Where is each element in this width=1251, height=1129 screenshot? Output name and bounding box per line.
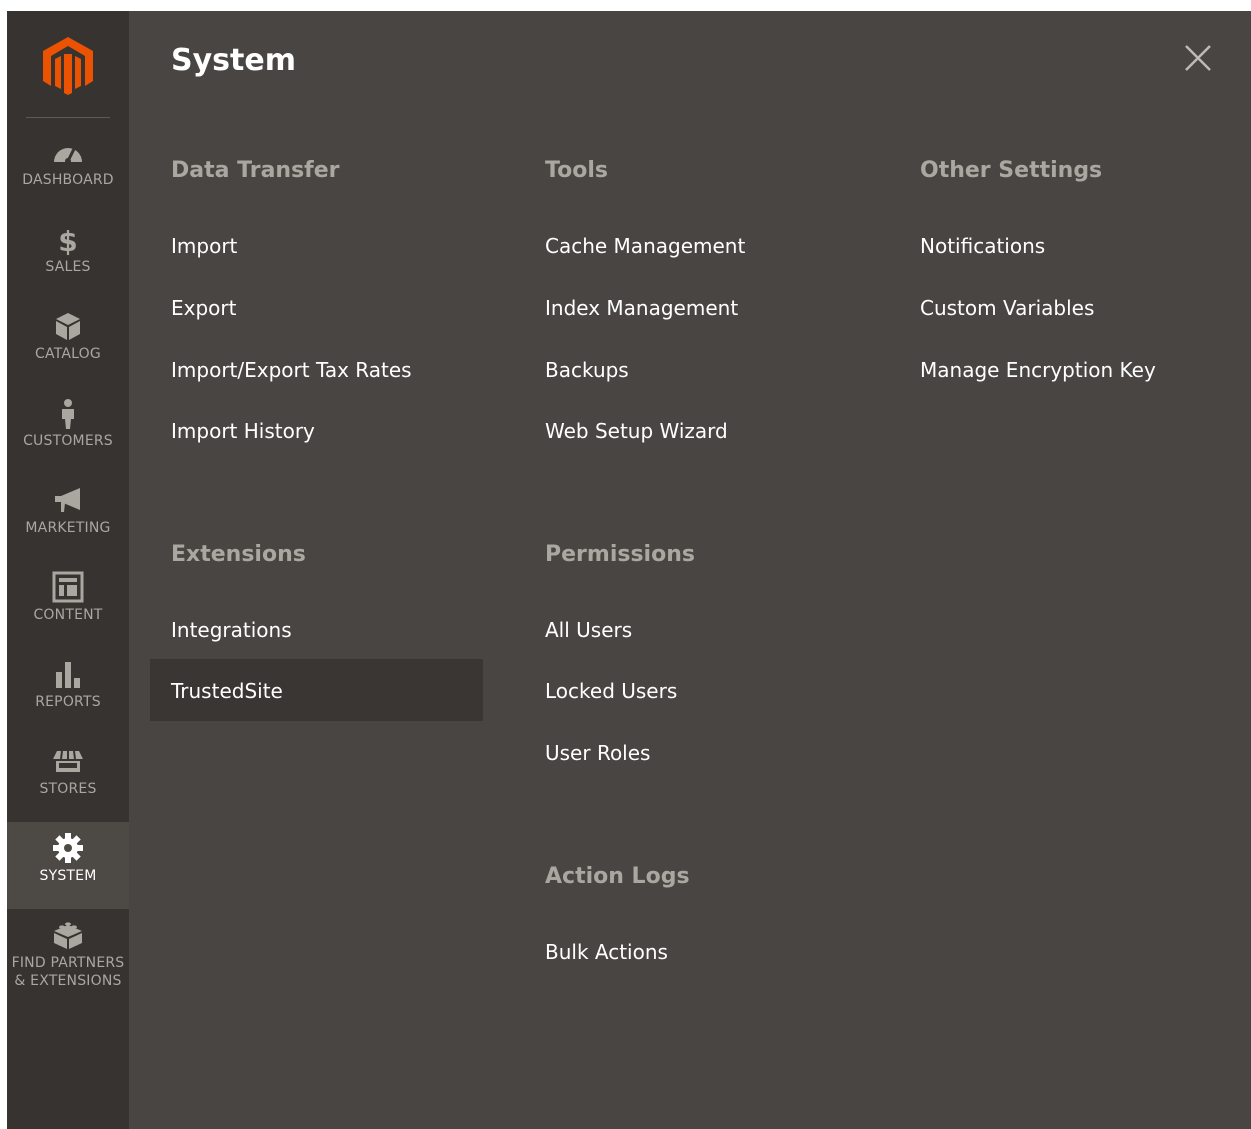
blocks-icon xyxy=(54,922,82,949)
link-import[interactable]: Import xyxy=(171,232,237,260)
nav-label: SALES xyxy=(45,259,91,275)
nav-label: CATALOG xyxy=(35,346,101,362)
box-icon xyxy=(56,313,80,340)
logo-divider xyxy=(26,117,110,118)
nav-system[interactable]: SYSTEM xyxy=(7,822,129,909)
section-title-other-settings: Other Settings xyxy=(920,158,1103,183)
link-cache-management[interactable]: Cache Management xyxy=(545,232,745,260)
admin-menu-frame: DASHBOARD $ SALES CATALOG CUSTOMERS MARK… xyxy=(7,11,1251,1129)
nav-label: DASHBOARD xyxy=(22,172,114,188)
storefront-icon xyxy=(53,750,83,772)
nav-label: STORES xyxy=(39,781,97,797)
dashboard-icon xyxy=(54,148,82,164)
menu-title: System xyxy=(171,43,296,78)
nav-label: REPORTS xyxy=(35,694,101,710)
nav-sales[interactable]: $ SALES xyxy=(7,213,129,300)
link-notifications[interactable]: Notifications xyxy=(920,232,1045,260)
nav-label: CUSTOMERS xyxy=(23,433,113,449)
nav-customers[interactable]: CUSTOMERS xyxy=(7,387,129,474)
nav-label: CONTENT xyxy=(33,607,103,623)
link-import-export-tax-rates[interactable]: Import/Export Tax Rates xyxy=(171,356,412,384)
nav-label: SYSTEM xyxy=(39,868,97,884)
nav-content[interactable]: CONTENT xyxy=(7,561,129,648)
link-export[interactable]: Export xyxy=(171,294,236,322)
nav-label: & EXTENSIONS xyxy=(14,973,122,989)
link-backups[interactable]: Backups xyxy=(545,356,629,384)
nav-reports[interactable]: REPORTS xyxy=(7,648,129,735)
link-user-roles[interactable]: User Roles xyxy=(545,739,650,767)
nav-stores[interactable]: STORES xyxy=(7,735,129,822)
nav-label: FIND PARTNERS xyxy=(11,955,125,971)
bar-chart-icon xyxy=(56,662,80,688)
nav-label: MARKETING xyxy=(25,520,111,536)
link-bulk-actions[interactable]: Bulk Actions xyxy=(545,938,668,966)
magento-logo-icon[interactable] xyxy=(41,35,95,95)
link-all-users[interactable]: All Users xyxy=(545,616,632,644)
svg-text:$: $ xyxy=(58,225,77,255)
close-icon[interactable] xyxy=(1183,43,1213,73)
nav-dashboard[interactable]: DASHBOARD xyxy=(7,126,129,213)
nav-catalog[interactable]: CATALOG xyxy=(7,300,129,387)
sidebar: DASHBOARD $ SALES CATALOG CUSTOMERS MARK… xyxy=(7,11,129,1129)
gear-icon xyxy=(53,833,83,863)
link-index-management[interactable]: Index Management xyxy=(545,294,738,322)
link-import-history[interactable]: Import History xyxy=(171,417,315,445)
layout-icon xyxy=(52,571,84,603)
section-title-data-transfer: Data Transfer xyxy=(171,158,340,183)
section-title-tools: Tools xyxy=(545,158,608,183)
nav-find-partners[interactable]: FIND PARTNERS & EXTENSIONS xyxy=(7,909,129,1019)
link-locked-users[interactable]: Locked Users xyxy=(545,677,677,705)
link-web-setup-wizard[interactable]: Web Setup Wizard xyxy=(545,417,728,445)
link-trustedsite[interactable]: TrustedSite xyxy=(171,677,283,705)
megaphone-icon xyxy=(55,488,80,512)
section-title-extensions: Extensions xyxy=(171,542,306,567)
nav-marketing[interactable]: MARKETING xyxy=(7,474,129,561)
section-title-permissions: Permissions xyxy=(545,542,695,567)
dollar-icon: $ xyxy=(58,225,77,255)
link-integrations[interactable]: Integrations xyxy=(171,616,292,644)
link-manage-encryption-key[interactable]: Manage Encryption Key xyxy=(920,356,1156,384)
person-icon xyxy=(62,399,74,429)
section-title-action-logs: Action Logs xyxy=(545,864,690,889)
link-custom-variables[interactable]: Custom Variables xyxy=(920,294,1094,322)
